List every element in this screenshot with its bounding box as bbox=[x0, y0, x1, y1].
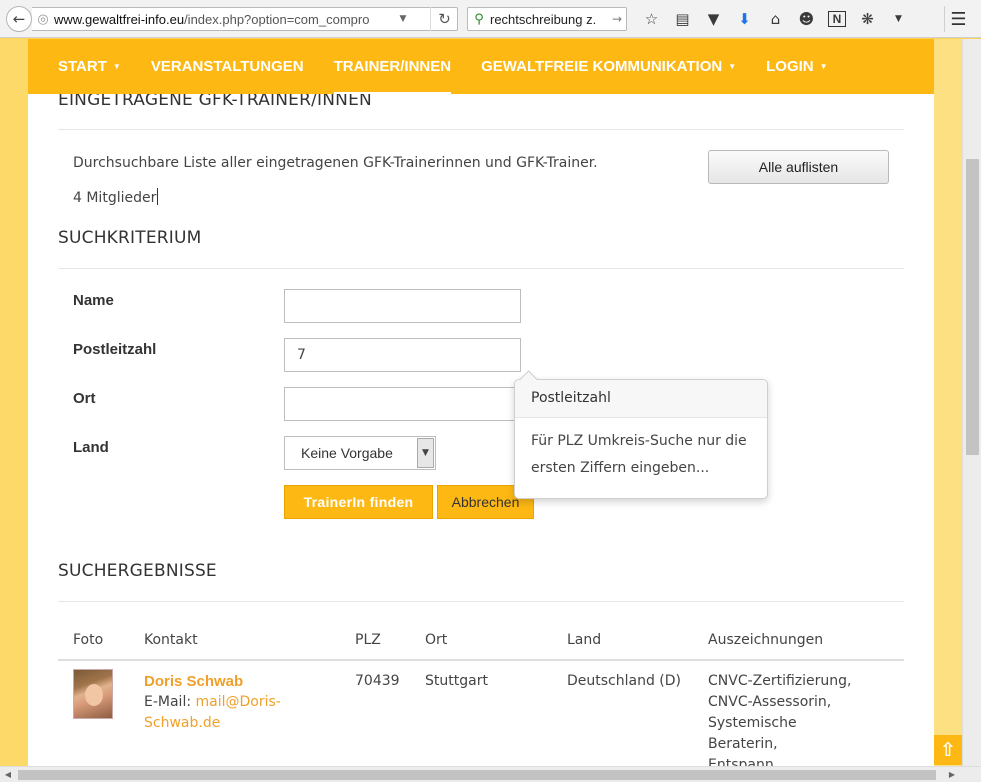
table-header-divider bbox=[58, 659, 904, 661]
search-go-icon[interactable]: → bbox=[608, 12, 626, 26]
caret-down-icon: ▼ bbox=[112, 62, 121, 71]
members-count: 4 Mitglieder bbox=[73, 188, 159, 206]
browser-toolbar: ← ◎ www.gewaltfrei-info.eu/index.php?opt… bbox=[0, 0, 981, 38]
url-bar[interactable]: ◎ www.gewaltfrei-info.eu/index.php?optio… bbox=[32, 7, 458, 31]
nav-label: START bbox=[58, 58, 107, 75]
vertical-scroll-thumb[interactable] bbox=[966, 159, 979, 455]
chevron-down-icon[interactable]: ▼ bbox=[417, 438, 434, 468]
hamburger-menu-icon[interactable]: ☰ bbox=[944, 6, 972, 32]
table-cell-land: Deutschland (D) bbox=[567, 673, 682, 689]
text-cursor bbox=[157, 188, 159, 205]
nav-label: LOGIN bbox=[766, 58, 814, 75]
table-cell-contact: Doris Schwab E-Mail: mail@Doris- Schwab.… bbox=[144, 671, 281, 734]
divider bbox=[58, 129, 904, 130]
award-line: CNVC-Assessorin, bbox=[708, 694, 832, 710]
caret-down-icon: ▼ bbox=[819, 62, 828, 71]
col-header-auszeichnungen: Auszeichnungen bbox=[708, 632, 824, 648]
plz-input[interactable]: 7 bbox=[284, 338, 521, 372]
horizontal-scroll-thumb[interactable] bbox=[18, 770, 936, 780]
award-line: Systemische bbox=[708, 715, 797, 731]
table-cell-awards: CNVC-Zertifizierung, CNVC-Assessorin, Sy… bbox=[708, 671, 852, 766]
list-all-button[interactable]: Alle auflisten bbox=[708, 150, 889, 184]
find-trainer-button[interactable]: TrainerIn finden bbox=[284, 485, 433, 519]
popover-title: Postleitzahl bbox=[515, 380, 767, 418]
pocket-icon[interactable]: ▼ bbox=[698, 8, 729, 30]
ort-input[interactable] bbox=[284, 387, 521, 421]
caret-down-icon: ▼ bbox=[728, 62, 737, 71]
main-nav: START ▼ VERANSTALTUNGEN TRAINER/INNEN GEW… bbox=[28, 39, 934, 94]
table-cell-plz: 70439 bbox=[355, 673, 400, 689]
globe-icon: ◎ bbox=[37, 11, 49, 27]
nav-item-trainer[interactable]: TRAINER/INNEN bbox=[333, 39, 452, 94]
email-link-cont[interactable]: Schwab.de bbox=[144, 713, 281, 734]
page-title: EINGETRAGENE GFK-TRAINER/INNEN bbox=[58, 94, 372, 110]
nav-item-gfk[interactable]: GEWALTFREIE KOMMUNIKATION ▼ bbox=[481, 39, 736, 94]
name-label: Name bbox=[73, 292, 114, 309]
back-arrow-icon[interactable]: ← bbox=[6, 6, 32, 32]
award-line: Beraterin, bbox=[708, 736, 778, 752]
land-select[interactable]: Keine Vorgabe ▼ bbox=[284, 436, 436, 470]
col-header-ort: Ort bbox=[425, 632, 448, 648]
award-line: Entspann... bbox=[708, 757, 788, 766]
popover-body: Für PLZ Umkreis-Suche nur die ersten Zif… bbox=[531, 433, 747, 476]
members-text: 4 Mitglieder bbox=[73, 190, 157, 206]
nav-item-veranstaltungen[interactable]: VERANSTALTUNGEN bbox=[151, 39, 304, 94]
horizontal-scrollbar[interactable]: ◀ ▶ bbox=[0, 766, 981, 782]
results-title: SUCHERGEBNISSE bbox=[58, 561, 217, 581]
nav-label: VERANSTALTUNGEN bbox=[150, 58, 304, 75]
divider bbox=[58, 601, 904, 602]
nav-label: GEWALTFREIE KOMMUNIKATION bbox=[481, 58, 723, 75]
search-text[interactable]: rechtschreibung z. bbox=[490, 12, 608, 27]
description-text: Durchsuchbare Liste aller eingetragenen … bbox=[73, 155, 598, 171]
ort-label: Ort bbox=[73, 390, 96, 407]
page-side-right bbox=[934, 39, 962, 766]
search-bar[interactable]: ⚲ rechtschreibung z. → bbox=[467, 7, 627, 31]
reader-view-icon[interactable]: ▤ bbox=[667, 8, 698, 30]
bookmark-star-icon[interactable]: ☆ bbox=[636, 8, 667, 30]
search-title: SUCHKRITERIUM bbox=[58, 228, 202, 248]
col-header-land: Land bbox=[567, 632, 602, 648]
url-dropdown-icon[interactable]: ▼ bbox=[392, 14, 414, 24]
search-engine-icon: ⚲ bbox=[474, 11, 484, 27]
land-select-value: Keine Vorgabe bbox=[301, 445, 393, 461]
award-line: CNVC-Zertifizierung, bbox=[708, 673, 852, 689]
name-input[interactable] bbox=[284, 289, 521, 323]
col-header-foto: Foto bbox=[73, 632, 104, 648]
toolbar-icons: ☆ ▤ ▼ ⬇ ⌂ ☻ N ❋ ▼ bbox=[636, 8, 914, 30]
email-link[interactable]: mail@Doris- bbox=[196, 694, 281, 710]
overflow-dropdown-icon[interactable]: ▼ bbox=[883, 8, 914, 30]
col-header-plz: PLZ bbox=[355, 632, 381, 648]
email-label: E-Mail: bbox=[144, 694, 196, 710]
scroll-right-icon[interactable]: ▶ bbox=[944, 767, 960, 782]
download-icon[interactable]: ⬇ bbox=[729, 8, 760, 30]
bug-icon[interactable]: ❋ bbox=[852, 8, 883, 30]
plz-tooltip-popover: Postleitzahl Für PLZ Umkreis-Suche nur d… bbox=[514, 379, 768, 499]
scroll-to-top-icon[interactable]: ⇧ bbox=[934, 735, 962, 765]
nav-label: TRAINER/INNEN bbox=[333, 58, 452, 75]
url-host: www.gewaltfrei-info.eu bbox=[54, 11, 185, 27]
table-cell-ort: Stuttgart bbox=[425, 673, 488, 689]
page-side-left bbox=[0, 39, 28, 766]
vertical-scrollbar[interactable] bbox=[962, 39, 981, 766]
plz-label: Postleitzahl bbox=[73, 341, 157, 358]
scroll-left-icon[interactable]: ◀ bbox=[0, 767, 16, 782]
home-icon[interactable]: ⌂ bbox=[760, 8, 791, 30]
land-label: Land bbox=[73, 439, 109, 456]
content-panel: EINGETRAGENE GFK-TRAINER/INNEN Durchsuch… bbox=[28, 94, 934, 766]
nav-item-start[interactable]: START ▼ bbox=[58, 39, 121, 94]
url-path: /index.php?option=com_compro bbox=[184, 11, 370, 27]
nav-item-login[interactable]: LOGIN ▼ bbox=[766, 39, 827, 94]
trainer-name-link[interactable]: Doris Schwab bbox=[144, 671, 281, 692]
url-text[interactable]: www.gewaltfrei-info.eu/index.php?option=… bbox=[54, 12, 392, 27]
n-extension-icon[interactable]: N bbox=[828, 11, 846, 27]
divider bbox=[58, 268, 904, 269]
chat-icon[interactable]: ☻ bbox=[791, 8, 822, 30]
trainer-photo[interactable] bbox=[73, 669, 113, 719]
reload-icon[interactable]: ↻ bbox=[430, 7, 458, 31]
col-header-kontakt: Kontakt bbox=[144, 632, 198, 648]
